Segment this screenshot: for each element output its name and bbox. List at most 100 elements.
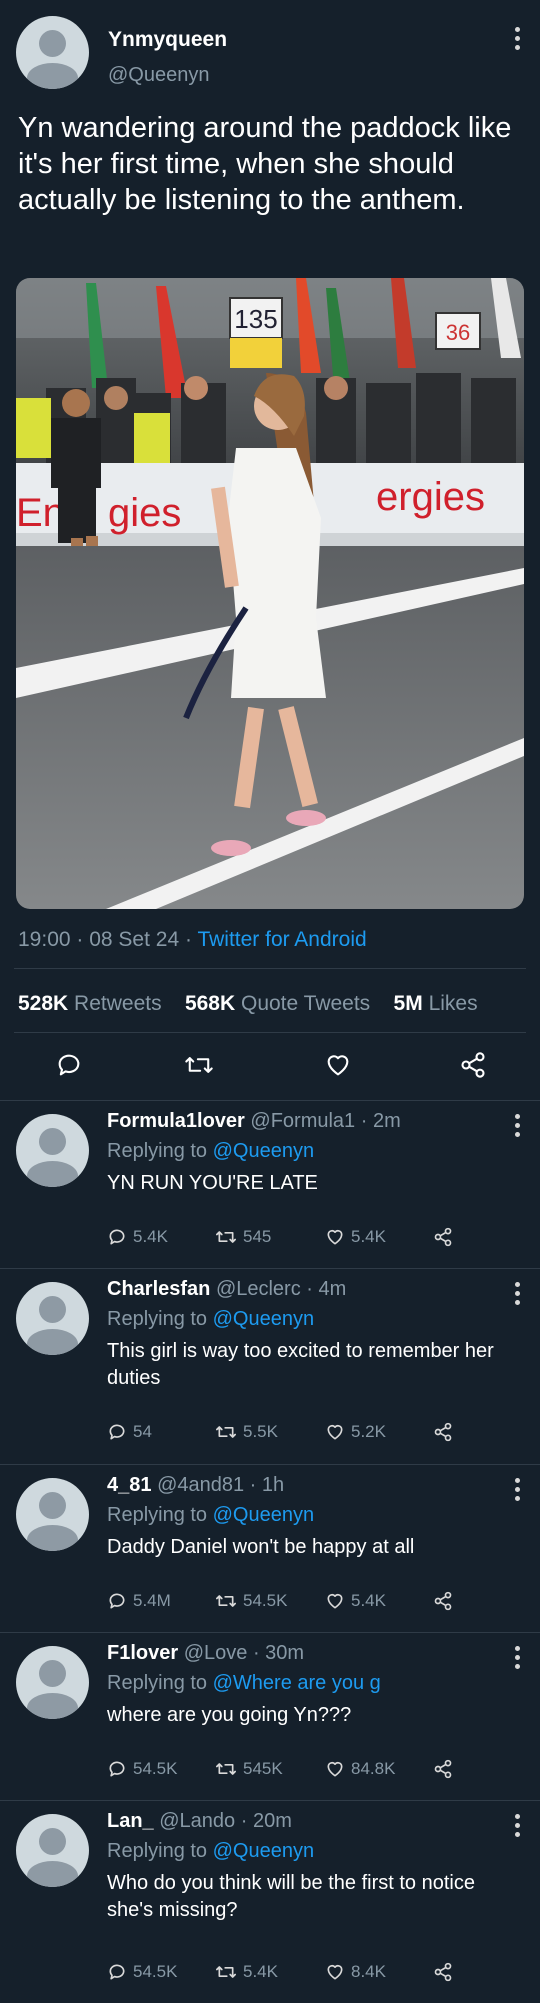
reply-icon (109, 1424, 125, 1440)
share-button[interactable] (433, 1227, 453, 1247)
reply-display-name[interactable]: Formula1lover (107, 1110, 245, 1132)
share-icon (434, 1422, 452, 1442)
retweet-icon (215, 1426, 236, 1438)
more-vertical-icon[interactable] (515, 1814, 521, 1841)
share-button[interactable] (433, 1591, 453, 1611)
reply-text: YN RUN YOU'RE LATE (107, 1172, 318, 1194)
main-display-name[interactable]: Ynmyqueen (108, 28, 227, 52)
reply-avatar[interactable] (16, 1282, 89, 1355)
reply-avatar[interactable] (16, 1646, 89, 1719)
reply-text: This girl is way too excited to remember… (107, 1340, 494, 1389)
reply-icon (109, 1964, 125, 1980)
like-button[interactable]: 5.4K (325, 1591, 386, 1611)
tweet-photo[interactable]: 135 36 Ene gies ergies (16, 278, 524, 909)
replying-to-prefix: Replying to (107, 1140, 208, 1162)
more-vertical-icon[interactable] (515, 1282, 521, 1309)
likes-label[interactable]: Likes (429, 992, 478, 1015)
replying-to-handle[interactable]: @Queenyn (213, 1840, 314, 1862)
reply-count: 54.5K (133, 1759, 178, 1778)
like-button[interactable]: 5.4K (325, 1227, 386, 1247)
share-button[interactable] (433, 1422, 453, 1442)
reply-avatar[interactable] (16, 1114, 89, 1187)
like-button[interactable]: 8.4K (325, 1962, 386, 1982)
replying-to-handle[interactable]: @Queenyn (213, 1308, 314, 1330)
reply-tweet[interactable]: Formula1lover @Formula1 · 2m Replying to… (0, 1102, 540, 1268)
quotes-label[interactable]: Quote Tweets (241, 992, 370, 1015)
heart-icon (327, 1964, 343, 1980)
quotes-count[interactable]: 568K (185, 992, 235, 1015)
reply-icon (109, 1593, 125, 1609)
replying-to-handle[interactable]: @Queenyn (213, 1504, 314, 1526)
reply-button[interactable]: 54.5K (107, 1759, 177, 1779)
retweet-icon (215, 1231, 236, 1243)
share-icon[interactable] (456, 1048, 490, 1082)
reply-display-name[interactable]: Charlesfan (107, 1278, 210, 1300)
replying-to-prefix: Replying to (107, 1672, 208, 1694)
reply-tweet[interactable]: F1lover @Love · 30m Replying to @Where a… (0, 1634, 540, 1800)
tweet-meta: 19:00 · 08 Set 24 · Twitter for Android (18, 928, 367, 951)
reply-handle[interactable]: @Love (184, 1642, 248, 1664)
more-vertical-icon[interactable] (515, 1646, 521, 1673)
reply-button[interactable]: 54.5K (107, 1962, 177, 1982)
replying-to: Replying to @Queenyn (107, 1840, 314, 1863)
retweet-count: 5.4K (243, 1962, 278, 1981)
heart-icon[interactable] (321, 1048, 355, 1082)
reply-time: 20m (252, 1810, 292, 1832)
heart-icon (327, 1761, 343, 1777)
main-avatar[interactable] (16, 16, 89, 89)
share-icon (434, 1962, 452, 1982)
reply-text: Daddy Daniel won't be happy at all (107, 1536, 415, 1558)
reply-handle[interactable]: @Formula1 (250, 1110, 355, 1132)
retweet-button[interactable]: 545 (215, 1227, 271, 1247)
reply-handle[interactable]: @4and81 (157, 1474, 244, 1496)
reply-button[interactable]: 54 (107, 1422, 152, 1442)
replying-to: Replying to @Where are you g (107, 1672, 381, 1695)
reply-header: Lan_ @Lando · 20m (107, 1810, 292, 1832)
reply-display-name[interactable]: Lan_ (107, 1810, 154, 1832)
replying-to: Replying to @Queenyn (107, 1504, 314, 1527)
tweet-time: 19:00 (18, 928, 71, 951)
replying-to-handle[interactable]: @Queenyn (213, 1140, 314, 1162)
tweet-client[interactable]: Twitter for Android (197, 928, 366, 951)
more-vertical-icon[interactable] (515, 1478, 521, 1505)
reply-tweet[interactable]: Charlesfan @Leclerc · 4m Replying to @Qu… (0, 1270, 540, 1464)
reply-tweet[interactable]: 4_81 @4and81 · 1h Replying to @Queenyn D… (0, 1466, 540, 1632)
reply-time: 2m (372, 1110, 401, 1132)
reply-divider (0, 1464, 540, 1465)
reply-display-name[interactable]: F1lover (107, 1642, 178, 1664)
share-icon (434, 1759, 452, 1779)
reply-handle[interactable]: @Leclerc (216, 1278, 301, 1300)
retweet-button[interactable]: 54.5K (215, 1591, 287, 1611)
reply-text: Who do you think will be the first to no… (107, 1872, 475, 1921)
retweet-count: 54.5K (243, 1591, 288, 1610)
reply-tweet[interactable]: Lan_ @Lando · 20m Replying to @Queenyn W… (0, 1802, 540, 2003)
replying-to-handle[interactable]: @Where are you g (213, 1672, 381, 1694)
reply-display-name[interactable]: 4_81 (107, 1474, 152, 1496)
reply-count: 54 (133, 1422, 152, 1441)
main-handle[interactable]: @Queenyn (108, 64, 209, 87)
retweets-count[interactable]: 528K (18, 992, 68, 1015)
retweets-label[interactable]: Retweets (74, 992, 162, 1015)
like-button[interactable]: 84.8K (325, 1759, 395, 1779)
share-button[interactable] (433, 1962, 453, 1982)
share-icon (434, 1227, 452, 1247)
reply-avatar[interactable] (16, 1814, 89, 1887)
reply-button[interactable]: 5.4M (107, 1591, 171, 1611)
reply-handle[interactable]: @Lando (159, 1810, 235, 1832)
reply-icon (109, 1229, 125, 1245)
retweet-button[interactable]: 5.5K (215, 1422, 278, 1442)
reply-button[interactable]: 5.4K (107, 1227, 168, 1247)
more-vertical-icon[interactable] (515, 1114, 521, 1141)
heart-icon (327, 1229, 343, 1245)
more-vertical-icon[interactable] (515, 27, 521, 54)
retweet-button[interactable]: 545K (215, 1759, 283, 1779)
retweet-button[interactable]: 5.4K (215, 1962, 278, 1982)
sign-left-text: 135 (234, 304, 277, 334)
share-button[interactable] (433, 1759, 453, 1779)
reply-icon[interactable] (52, 1048, 86, 1082)
likes-count[interactable]: 5M (394, 992, 423, 1015)
like-button[interactable]: 5.2K (325, 1422, 386, 1442)
reply-time: 30m (265, 1642, 305, 1664)
reply-avatar[interactable] (16, 1478, 89, 1551)
retweet-icon[interactable] (182, 1048, 216, 1082)
